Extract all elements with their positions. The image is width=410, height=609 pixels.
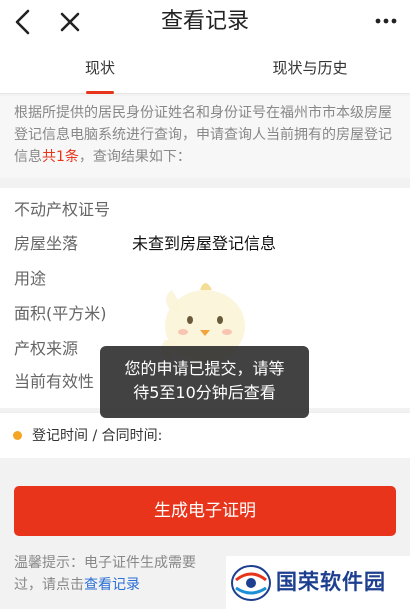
- register-time-row: 登记时间 / 合同时间:: [0, 412, 410, 458]
- tab-current[interactable]: 现状: [50, 44, 150, 94]
- toast-line-2: 待5至10分钟后查看: [133, 383, 276, 402]
- tip-line-2-prefix: 过，请点击: [14, 577, 84, 593]
- field-ownership-source: 产权来源: [14, 339, 79, 358]
- page-title: 查看记录: [160, 9, 249, 34]
- view-records-link[interactable]: 查看记录: [84, 577, 140, 593]
- field-usage: 用途: [14, 269, 47, 288]
- register-time-label: 登记时间 / 合同时间:: [32, 428, 163, 444]
- field-area: 面积(平方米): [14, 304, 107, 323]
- tab-bar: 现状 现状与历史: [0, 44, 410, 94]
- field-location: 房屋坐落: [14, 234, 79, 253]
- bullet-dot-icon: [13, 431, 22, 440]
- record-count: 共1条: [42, 149, 79, 165]
- more-dots-icon[interactable]: [374, 14, 398, 28]
- watermark-logo-icon: [231, 565, 271, 601]
- notice-text-end: ，查询结果如下：: [78, 149, 191, 165]
- toast-line-1: 您的申请已提交，请等: [124, 359, 285, 378]
- field-validity: 当前有效性: [14, 372, 95, 391]
- generate-certificate-button[interactable]: 生成电子证明: [14, 486, 396, 536]
- submitted-toast: 您的申请已提交，请等 待5至10分钟后查看: [100, 346, 309, 418]
- tab-current-and-history[interactable]: 现状与历史: [250, 44, 370, 94]
- watermark-text: 国荣软件园: [276, 570, 386, 594]
- watermark: 国荣软件园: [226, 556, 410, 609]
- query-notice: 根据所提供的居民身份证姓名和身份证号在福州市市本级房屋登记信息电脑系统进行查询，…: [0, 96, 410, 178]
- top-bar: 查看记录: [0, 0, 410, 44]
- field-certificate-number: 不动产权证号: [14, 200, 111, 219]
- no-record-message: 未查到房屋登记信息: [132, 234, 277, 253]
